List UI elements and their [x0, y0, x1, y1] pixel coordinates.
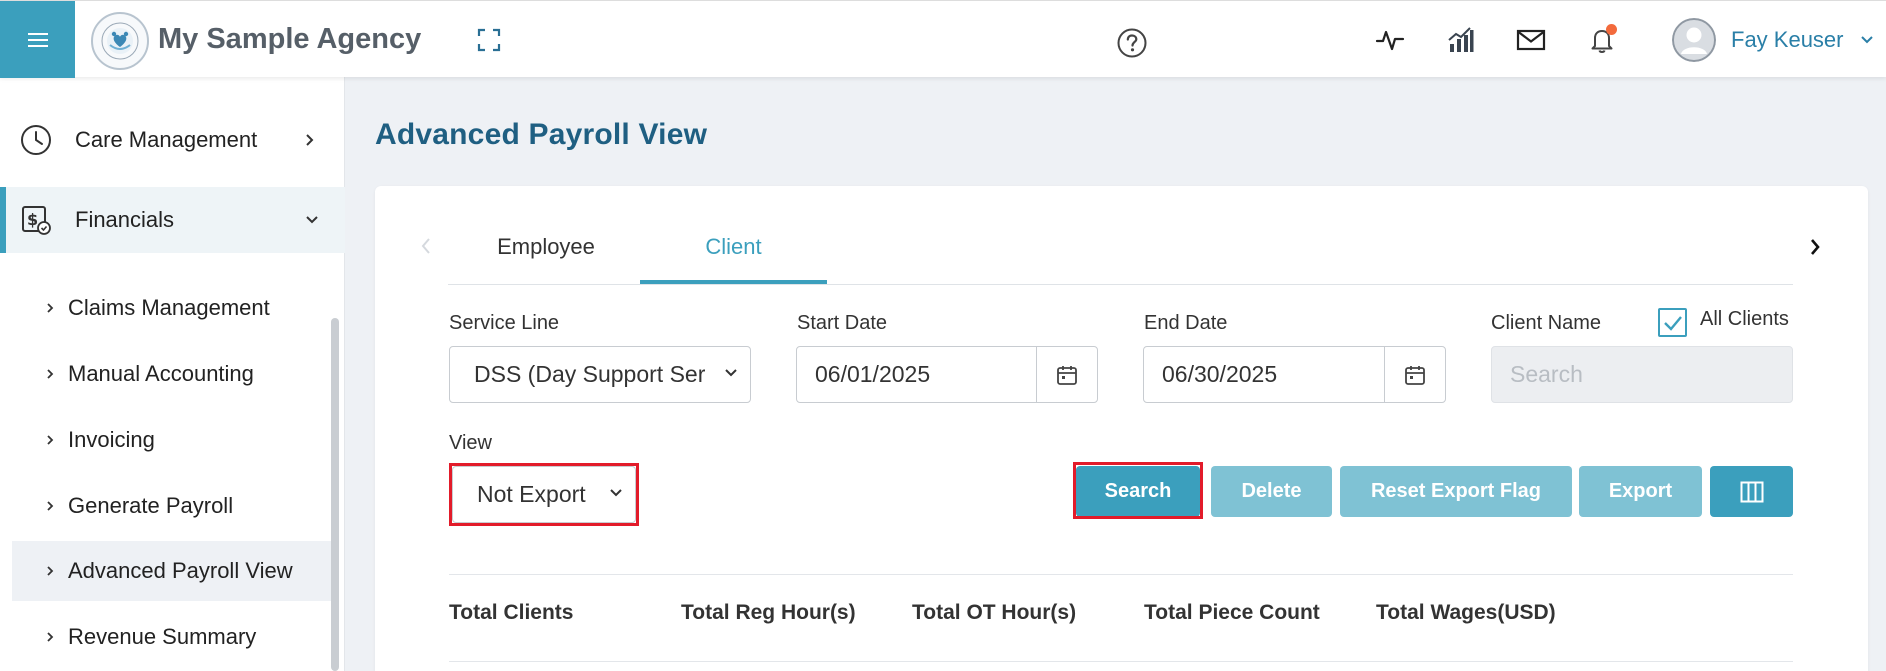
total-ot-hours-header: Total OT Hour(s) [912, 601, 1077, 624]
start-date-value: 06/01/2025 [815, 361, 931, 387]
chevron-right-icon [47, 501, 54, 511]
chevron-right-icon [1811, 239, 1820, 255]
chevron-right-icon [47, 566, 54, 576]
chevron-down-icon [306, 216, 318, 224]
sidebar-item-label: Generate Payroll [68, 493, 234, 518]
user-name: Fay Keuser [1731, 27, 1844, 52]
sidebar: Care Management $ Financials Claims Mana… [0, 77, 345, 671]
chevron-right-icon [47, 369, 54, 379]
sidebar-item-label: Manual Accounting [68, 361, 254, 386]
hamburger-icon [27, 38, 48, 41]
search-highlight-box [1073, 462, 1203, 519]
help-icon [1117, 28, 1147, 58]
sidebar-item-manual-accounting[interactable]: Manual Accounting [12, 344, 334, 404]
end-date-picker-button[interactable] [1384, 347, 1445, 402]
chevron-left-icon [421, 238, 430, 254]
end-date-label: End Date [1144, 312, 1228, 334]
service-line-value: DSS (Day Support Ser [474, 361, 706, 387]
sidebar-item-label: Advanced Payroll View [68, 558, 293, 583]
avatar [1672, 18, 1716, 62]
end-date-input[interactable]: 06/30/2025 [1143, 346, 1446, 403]
total-reg-hours-header: Total Reg Hour(s) [681, 601, 856, 624]
activity-button[interactable] [1373, 23, 1407, 57]
messages-button[interactable] [1514, 23, 1548, 57]
user-avatar-icon [1672, 18, 1716, 62]
sidebar-item-label: Care Management [75, 127, 258, 152]
calendar-icon [1057, 365, 1077, 385]
tab-scroll-right-button[interactable] [1808, 236, 1822, 263]
client-name-placeholder: Search [1510, 361, 1583, 387]
chevron-right-icon [47, 303, 54, 313]
mail-icon [1516, 29, 1546, 51]
start-date-label: Start Date [797, 312, 888, 334]
agency-logo [91, 12, 149, 70]
columns-icon [1740, 481, 1763, 502]
tab-client[interactable]: Client [640, 230, 827, 284]
service-line-select[interactable]: DSS (Day Support Ser [449, 346, 751, 403]
bar-chart-icon [1448, 27, 1474, 52]
sidebar-item-label: Financials [75, 207, 175, 232]
total-wages-header: Total Wages(USD) [1376, 601, 1556, 624]
export-button[interactable]: Export [1579, 466, 1702, 517]
sidebar-item-claims-management[interactable]: Claims Management [12, 278, 334, 338]
view-label: View [449, 432, 492, 454]
all-clients-checkbox[interactable] [1658, 308, 1687, 337]
user-menu[interactable]: Fay Keuser [1672, 17, 1874, 63]
tabs-divider [448, 284, 1793, 285]
sidebar-item-generate-payroll[interactable]: Generate Payroll [12, 476, 334, 536]
service-line-label: Service Line [449, 312, 560, 334]
sidebar-item-financials[interactable]: $ Financials [0, 187, 345, 253]
sidebar-item-label: Revenue Summary [68, 624, 257, 649]
hamburger-menu-button[interactable] [0, 1, 75, 78]
total-piece-count-header: Total Piece Count [1144, 601, 1320, 624]
start-date-picker-button[interactable] [1036, 347, 1097, 402]
sidebar-scrollbar[interactable] [331, 318, 339, 671]
view-highlight-box [449, 463, 639, 526]
reset-export-flag-button[interactable]: Reset Export Flag [1340, 466, 1572, 517]
fullscreen-icon [477, 28, 501, 52]
summary-bottom-divider [449, 661, 1793, 662]
chevron-right-icon [306, 134, 314, 146]
chevron-right-icon [47, 435, 54, 445]
sidebar-item-care-management[interactable]: Care Management [0, 107, 345, 173]
total-clients-header: Total Clients [449, 601, 574, 624]
agency-name: My Sample Agency [158, 23, 422, 55]
all-clients-label: All Clients [1700, 308, 1789, 330]
notification-badge [1606, 24, 1617, 35]
summary-top-divider [449, 574, 1793, 575]
end-date-value: 06/30/2025 [1162, 361, 1278, 387]
start-date-input[interactable]: 06/01/2025 [796, 346, 1098, 403]
chevron-down-icon [725, 369, 737, 377]
tab-employee[interactable]: Employee [470, 230, 622, 284]
page-title: Advanced Payroll View [375, 118, 708, 151]
client-name-label: Client Name [1491, 312, 1602, 334]
top-bar: My Sample Agency Fay Keuser [0, 0, 1886, 78]
notifications-button[interactable] [1585, 23, 1619, 57]
chevron-right-icon [47, 632, 54, 642]
tab-scroll-left-button[interactable] [420, 236, 432, 261]
column-settings-button[interactable] [1710, 466, 1793, 517]
sidebar-item-label: Invoicing [68, 427, 155, 452]
sidebar-item-revenue-summary[interactable]: Revenue Summary [12, 607, 334, 667]
fullscreen-button[interactable] [476, 27, 502, 53]
sidebar-item-advanced-payroll-view[interactable]: Advanced Payroll View [12, 541, 334, 601]
activity-pulse-icon [1375, 30, 1405, 51]
chevron-down-icon [1860, 36, 1873, 44]
sidebar-item-invoicing[interactable]: Invoicing [12, 410, 334, 470]
sidebar-item-label: Claims Management [68, 295, 270, 320]
help-button[interactable] [1116, 27, 1148, 59]
client-name-search-input[interactable]: Search [1491, 346, 1793, 403]
calendar-icon [1405, 365, 1425, 385]
clock-icon [21, 125, 51, 155]
svg-text:$: $ [27, 210, 38, 229]
dollar-document-icon: $ [22, 206, 51, 235]
checkmark-icon [1663, 315, 1682, 331]
analytics-button[interactable] [1444, 23, 1478, 57]
agency-logo-icon [101, 22, 139, 60]
delete-button[interactable]: Delete [1211, 466, 1332, 517]
